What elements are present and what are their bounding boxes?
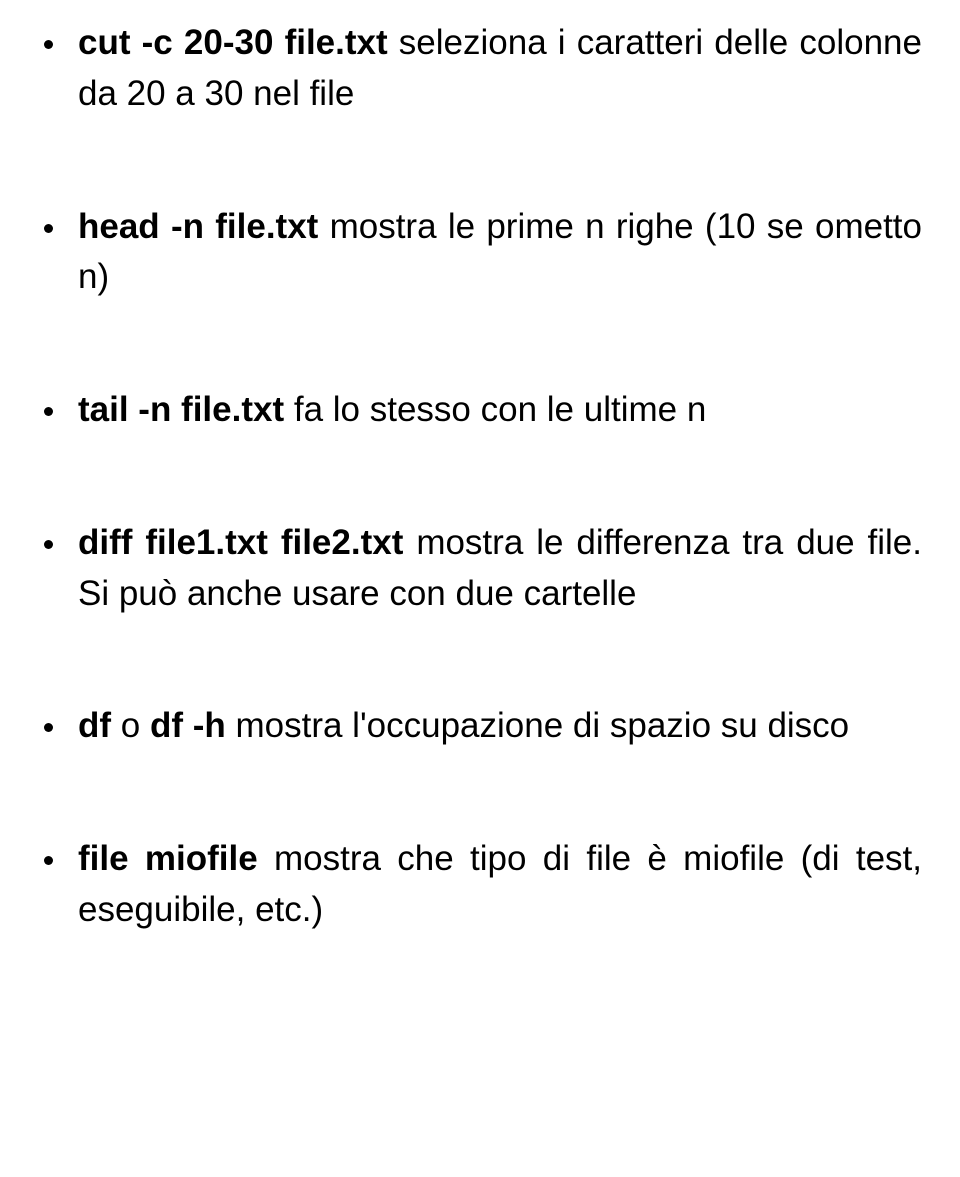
list-item: cut -c 20-30 file.txt seleziona i caratt… xyxy=(38,18,922,120)
description-text: mostra l'occupazione di spazio su disco xyxy=(226,706,849,745)
command-text-2: df -h xyxy=(150,706,226,745)
list-item: tail -n file.txt fa lo stesso con le ult… xyxy=(38,385,922,436)
command-text: file miofile xyxy=(78,839,258,878)
document-page: cut -c 20-30 file.txt seleziona i caratt… xyxy=(0,0,960,976)
mid-text: o xyxy=(111,706,150,745)
command-text: cut -c 20-30 file.txt xyxy=(78,23,388,62)
list-item: head -n file.txt mostra le prime n righe… xyxy=(38,202,922,304)
command-text: tail -n file.txt xyxy=(78,390,284,429)
command-list: cut -c 20-30 file.txt seleziona i caratt… xyxy=(38,18,922,936)
list-item: df o df -h mostra l'occupazione di spazi… xyxy=(38,701,922,752)
command-text: diff file1.txt file2.txt xyxy=(78,523,403,562)
command-text: df xyxy=(78,706,111,745)
description-text: fa lo stesso con le ultime n xyxy=(284,390,706,429)
command-text: head -n file.txt xyxy=(78,207,318,246)
list-item: diff file1.txt file2.txt mostra le diffe… xyxy=(38,518,922,620)
list-item: file miofile mostra che tipo di file è m… xyxy=(38,834,922,936)
